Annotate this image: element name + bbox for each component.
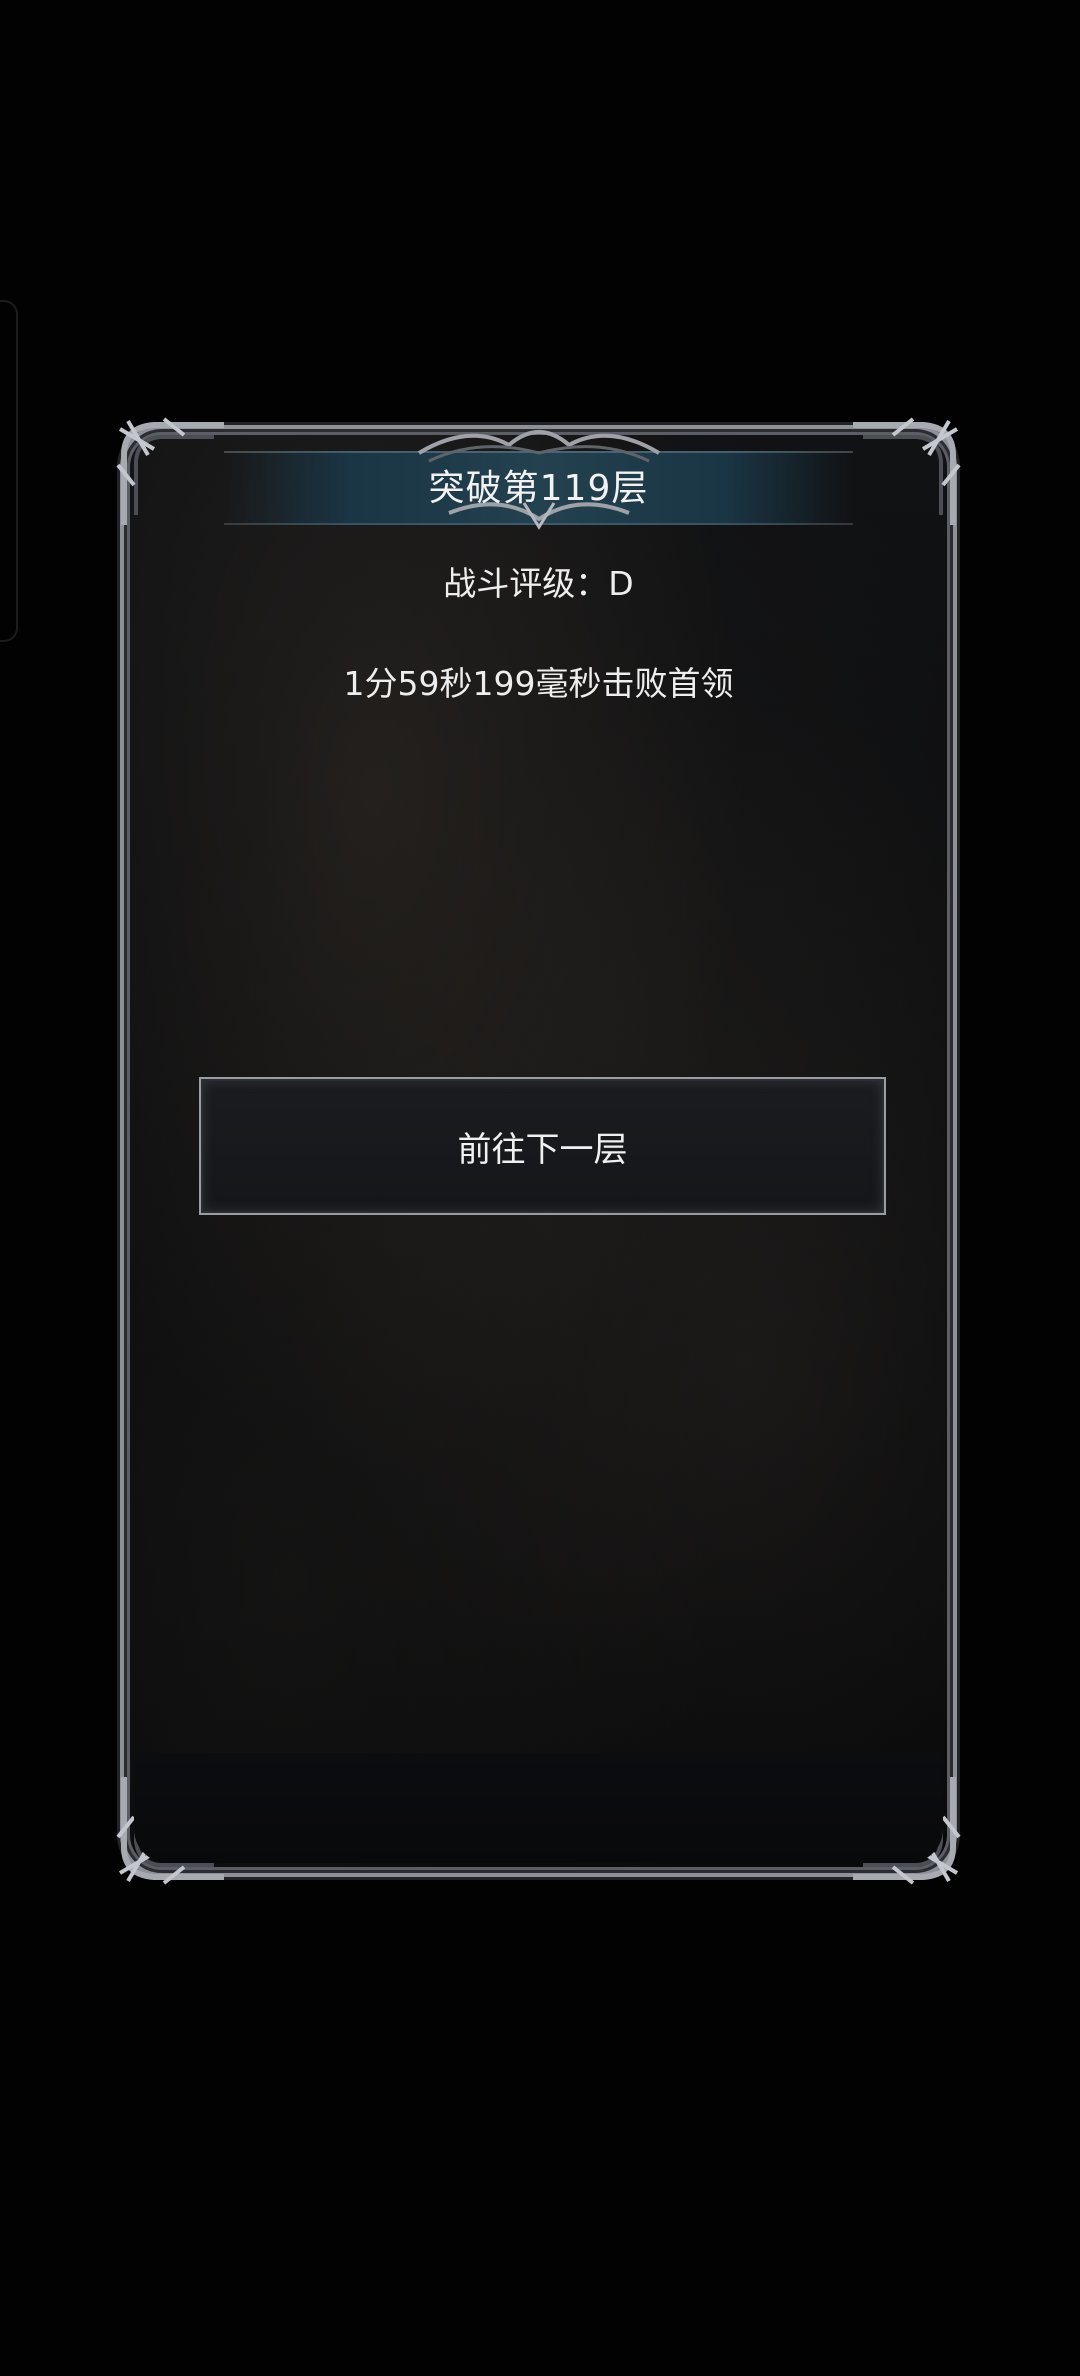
- result-panel: 突破第119层 战斗评级：D 1分59秒199毫秒击败首领 前往下一层: [116, 417, 961, 1885]
- next-floor-button-label: 前往下一层: [457, 1129, 628, 1170]
- game-screen: 突破第119层 战斗评级：D 1分59秒199毫秒击败首领 前往下一层: [0, 0, 1080, 2376]
- boss-clear-time: 1分59秒199毫秒击败首领: [343, 664, 734, 703]
- panel-title: 突破第119层: [428, 468, 649, 509]
- next-floor-button[interactable]: 前往下一层: [199, 1077, 886, 1215]
- battle-rating: 战斗评级：D: [443, 564, 634, 603]
- panel-footer-band: [134, 1753, 943, 1863]
- edge-gesture-handle[interactable]: [0, 300, 18, 642]
